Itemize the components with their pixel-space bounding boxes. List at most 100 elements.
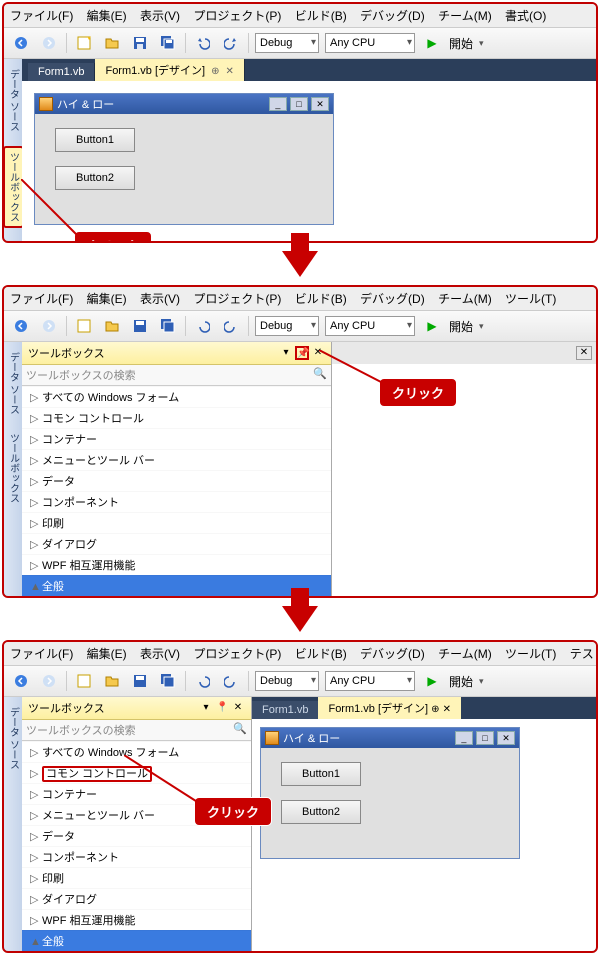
undo-button[interactable] [192, 670, 214, 692]
pin-icon[interactable]: 📌 [295, 346, 309, 360]
toolbox-item[interactable]: ▷ダイアログ [22, 533, 331, 554]
tab-form-design[interactable]: Form1.vb [デザイン]⊕✕ [95, 59, 244, 81]
toolbox-item[interactable]: ▷WPF 相互運用機能 [22, 554, 331, 575]
minimize-button[interactable]: _ [455, 731, 473, 745]
redo-button[interactable] [220, 670, 242, 692]
menu-build[interactable]: ビルド(B) [295, 645, 347, 662]
close-icon[interactable]: ✕ [443, 704, 451, 715]
close-icon[interactable]: ✕ [576, 346, 592, 360]
save-button[interactable] [129, 315, 151, 337]
menu-team[interactable]: チーム(M) [438, 645, 492, 662]
toolbox-item[interactable]: ▷コモン コントロール [22, 407, 331, 428]
sidetab-datasource[interactable]: データ ソース [5, 703, 22, 774]
platform-dropdown[interactable]: Any CPU [325, 671, 415, 691]
save-all-button[interactable] [157, 670, 179, 692]
tab-form-vb[interactable]: Form1.vb [252, 701, 318, 719]
save-all-button[interactable] [157, 32, 179, 54]
pin-icon[interactable]: ⊕ [431, 704, 439, 715]
form-body[interactable]: Button1 Button2 [35, 114, 333, 224]
menu-file[interactable]: ファイル(F) [10, 290, 73, 307]
tab-form-design[interactable]: Form1.vb [デザイン] ⊕ ✕ [318, 697, 461, 719]
toolbox-item[interactable]: ▷印刷 [22, 512, 331, 533]
menu-file[interactable]: ファイル(F) [10, 7, 73, 24]
nav-back-button[interactable] [10, 32, 32, 54]
sidetab-toolbox[interactable]: ツールボックス [3, 146, 24, 228]
new-button[interactable] [73, 32, 95, 54]
menu-view[interactable]: 表示(V) [140, 7, 180, 24]
menu-debug[interactable]: デバッグ(D) [360, 7, 425, 24]
winform-preview[interactable]: ハイ & ロー _ □ ✕ Button1 Button2 [34, 93, 334, 225]
redo-button[interactable] [220, 32, 242, 54]
menu-file[interactable]: ファイル(F) [10, 645, 73, 662]
open-button[interactable] [101, 670, 123, 692]
search-icon[interactable]: 🔍 [233, 722, 247, 738]
platform-dropdown[interactable]: Any CPU [325, 316, 415, 336]
toolbox-item[interactable]: ▷すべての Windows フォーム [22, 386, 331, 407]
toolbox-item[interactable]: ▷すべての Windows フォーム [22, 741, 251, 762]
undo-button[interactable] [192, 32, 214, 54]
menu-build[interactable]: ビルド(B) [295, 7, 347, 24]
save-button[interactable] [129, 670, 151, 692]
toolbox-item[interactable]: ▷印刷 [22, 867, 251, 888]
close-button[interactable]: ✕ [311, 97, 329, 111]
minimize-button[interactable]: _ [269, 97, 287, 111]
button2[interactable]: Button2 [55, 166, 135, 190]
menu-view[interactable]: 表示(V) [140, 645, 180, 662]
search-icon[interactable]: 🔍 [313, 367, 327, 383]
form-body[interactable]: Button1 Button2 [261, 748, 519, 858]
toolbox-item[interactable]: ▷ダイアログ [22, 888, 251, 909]
config-dropdown[interactable]: Debug [255, 316, 319, 336]
toolbox-item[interactable]: ▷WPF 相互運用機能 [22, 909, 251, 930]
open-button[interactable] [101, 315, 123, 337]
toolbox-item-general[interactable]: ▲全般 [22, 575, 331, 596]
new-button[interactable] [73, 670, 95, 692]
menu-project[interactable]: プロジェクト(P) [193, 7, 281, 24]
save-all-button[interactable] [157, 315, 179, 337]
design-canvas[interactable]: ハイ & ロー _ □ ✕ Button1 Button2 [252, 719, 596, 951]
new-button[interactable] [73, 315, 95, 337]
start-label[interactable]: 開始 [449, 673, 473, 690]
close-icon[interactable]: ✕ [225, 66, 233, 77]
toolbox-item[interactable]: ▷データ [22, 470, 331, 491]
menu-project[interactable]: プロジェクト(P) [193, 645, 281, 662]
platform-dropdown[interactable]: Any CPU [325, 33, 415, 53]
maximize-button[interactable]: □ [476, 731, 494, 745]
start-label[interactable]: 開始 [449, 318, 473, 335]
close-button[interactable]: ✕ [497, 731, 515, 745]
toolbox-item[interactable]: ▷メニューとツール バー [22, 449, 331, 470]
dropdown-icon[interactable]: ▾ [199, 701, 213, 715]
nav-forward-button[interactable] [38, 670, 60, 692]
nav-forward-button[interactable] [38, 315, 60, 337]
config-dropdown[interactable]: Debug [255, 33, 319, 53]
dropdown-icon[interactable]: ▾ [279, 346, 293, 360]
menu-team[interactable]: チーム(M) [438, 7, 492, 24]
nav-back-button[interactable] [10, 315, 32, 337]
menu-format[interactable]: 書式(O) [505, 7, 546, 24]
menu-team[interactable]: チーム(M) [438, 290, 492, 307]
config-dropdown[interactable]: Debug [255, 671, 319, 691]
start-button[interactable]: ▶ [421, 315, 443, 337]
close-icon[interactable]: ✕ [231, 701, 245, 715]
nav-back-button[interactable] [10, 670, 32, 692]
button2[interactable]: Button2 [281, 800, 361, 824]
menu-project[interactable]: プロジェクト(P) [193, 290, 281, 307]
menu-edit[interactable]: 編集(E) [87, 645, 127, 662]
menu-edit[interactable]: 編集(E) [87, 7, 127, 24]
sidetab-datasource[interactable]: データ ソース [5, 348, 22, 419]
undo-button[interactable] [192, 315, 214, 337]
menu-test[interactable]: テスト(S) [570, 645, 598, 662]
toolbox-search[interactable]: ツールボックスの検索 🔍 [22, 720, 251, 741]
maximize-button[interactable]: □ [290, 97, 308, 111]
menu-debug[interactable]: デバッグ(D) [360, 645, 425, 662]
menu-edit[interactable]: 編集(E) [87, 290, 127, 307]
toolbox-item-general[interactable]: ▲全般 [22, 930, 251, 951]
toolbox-item[interactable]: ▷コンテナー [22, 428, 331, 449]
menu-tools[interactable]: ツール(T) [505, 645, 556, 662]
button1[interactable]: Button1 [281, 762, 361, 786]
nav-forward-button[interactable] [38, 32, 60, 54]
toolbox-item[interactable]: ▷コンポーネント [22, 846, 251, 867]
start-button[interactable]: ▶ [421, 32, 443, 54]
pin-icon[interactable]: ⊕ [211, 66, 219, 77]
tab-form-vb[interactable]: Form1.vb [28, 63, 95, 81]
menu-build[interactable]: ビルド(B) [295, 290, 347, 307]
